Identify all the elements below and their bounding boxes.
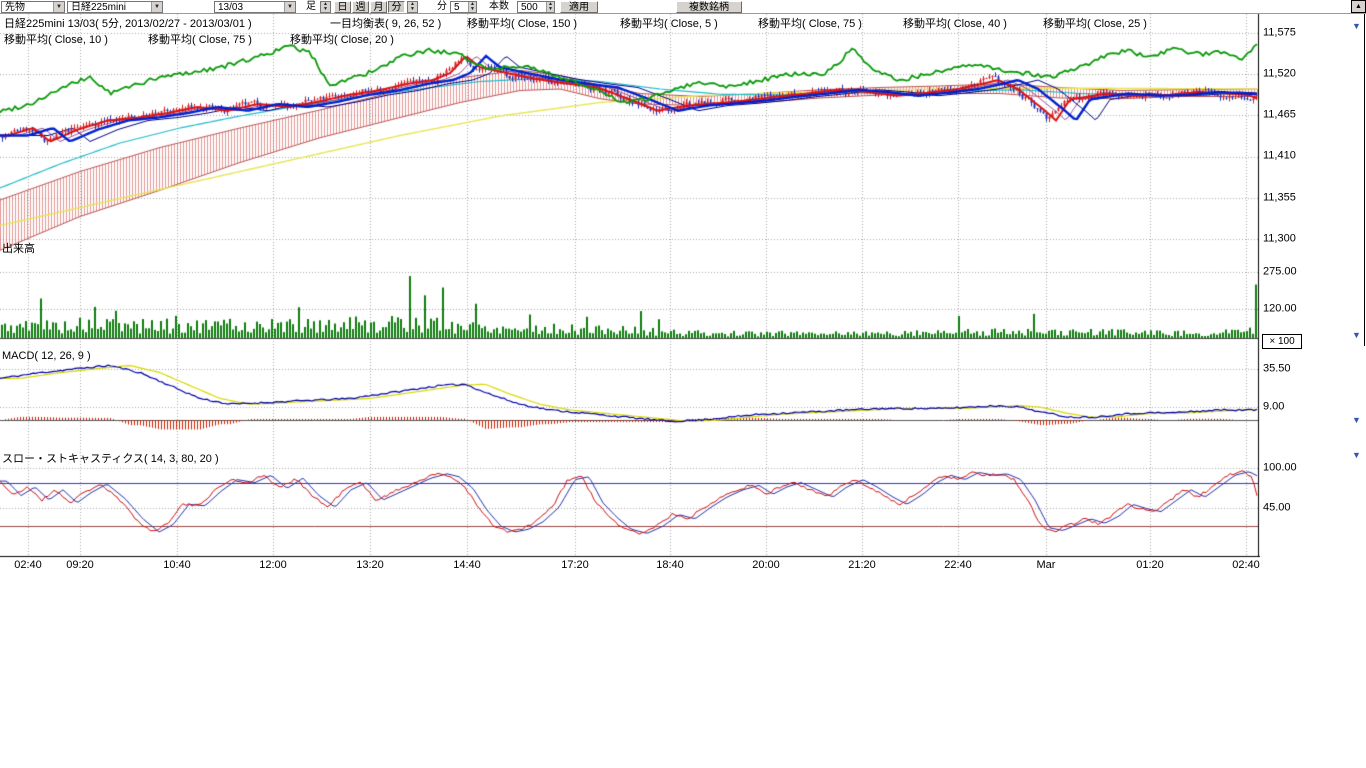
period-button-4[interactable]: 分 [388, 1, 405, 13]
time-axis-label: 09:20 [66, 559, 94, 571]
price-axis-label: 11,575 [1263, 27, 1296, 39]
contract-month-select[interactable]: 13/03 ▼ [214, 1, 296, 13]
legend-item[interactable]: 移動平均( Close, 75 ) [148, 31, 252, 47]
price-axis-label: 11,355 [1263, 192, 1296, 204]
time-axis-label: 12:00 [259, 559, 287, 571]
symbol-value: 日経225mini [71, 2, 126, 13]
multi-symbol-button[interactable]: 複数銘柄 [676, 1, 742, 13]
pane-resize-handle[interactable]: ▼ [1352, 22, 1361, 31]
macd-section-label: MACD( 12, 26, 9 ) [2, 350, 91, 362]
legend-item[interactable]: 移動平均( Close, 10 ) [4, 31, 108, 47]
legend-item[interactable]: 移動平均( Close, 40 ) [903, 15, 1007, 31]
chevron-down-icon[interactable]: ▼ [151, 2, 162, 12]
toolbar: 先物 ▼ 日経225mini ▼ 13/03 ▼ 足 ▲ ▼ ▲ ▼ 分 5 ▲… [0, 0, 1366, 14]
spinner-down-icon: ▼ [548, 7, 553, 12]
time-axis-label: 21:20 [848, 559, 876, 571]
volume-multiplier-badge: × 100 [1262, 334, 1302, 349]
minute-input[interactable]: 5 ▲▼ [450, 1, 477, 13]
period-button-1[interactable]: 日 [334, 1, 351, 13]
volume-section-label: 出来高 [2, 240, 35, 256]
minute-label: 分 [437, 1, 447, 12]
price-axis-label: 11,520 [1263, 68, 1296, 80]
pane-resize-handle[interactable]: ▼ [1352, 451, 1361, 460]
minute-value: 5 [454, 2, 460, 13]
legend-item[interactable]: 一目均衡表( 9, 26, 52 ) [330, 15, 441, 31]
bar-count-input[interactable]: 500 ▲▼ [517, 1, 555, 13]
spinner-down-icon: ▼ [470, 7, 475, 12]
volume-axis-label: 275.00 [1263, 266, 1297, 278]
period-button-2[interactable]: 週 [352, 1, 369, 13]
stochastics-section-label: スロー・ストキャスティクス( 14, 3, 80, 20 ) [2, 450, 219, 466]
volume-axis-label: 120.00 [1263, 303, 1297, 315]
macd-axis-label: 9.00 [1263, 401, 1284, 413]
time-axis-label: Mar [1037, 559, 1056, 571]
bar-multiplier-spinner[interactable]: ▲ ▼ [320, 1, 331, 13]
chart-canvas[interactable] [0, 0, 1260, 558]
period-spinner[interactable]: ▲ ▼ [407, 1, 418, 13]
bar-count-label: 本数 [489, 1, 509, 12]
time-axis-label: 10:40 [163, 559, 191, 571]
pane-resize-handle[interactable]: ▼ [1352, 331, 1361, 340]
spinner-down-icon[interactable]: ▼ [323, 7, 328, 12]
instrument-type-value: 先物 [5, 2, 25, 13]
time-axis-label: 02:40 [1232, 559, 1260, 571]
chevron-down-icon[interactable]: ▼ [53, 2, 64, 12]
time-axis-label: 01:20 [1136, 559, 1164, 571]
symbol-select[interactable]: 日経225mini ▼ [67, 1, 163, 13]
apply-button[interactable]: 適用 [560, 1, 598, 13]
pane-resize-handle[interactable]: ▼ [1352, 416, 1361, 425]
price-axis-label: 11,465 [1263, 109, 1296, 121]
window-edge [1364, 0, 1365, 346]
bar-type-label: 足 [306, 1, 316, 12]
legend-item[interactable]: 移動平均( Close, 20 ) [290, 31, 394, 47]
app-window: 先物 ▼ 日経225mini ▼ 13/03 ▼ 足 ▲ ▼ ▲ ▼ 分 5 ▲… [0, 0, 1366, 768]
legend-item[interactable]: 移動平均( Close, 25 ) [1043, 15, 1147, 31]
time-axis-label: 22:40 [944, 559, 972, 571]
macd-axis-label: 35.50 [1263, 363, 1291, 375]
period-button-3[interactable]: 月 [370, 1, 387, 13]
price-axis-label: 11,300 [1263, 233, 1296, 245]
stoch-axis-label: 45.00 [1263, 502, 1291, 514]
legend-item[interactable]: 移動平均( Close, 150 ) [467, 15, 577, 31]
spinner-icons[interactable]: ▲▼ [546, 2, 554, 12]
instrument-type-select[interactable]: 先物 ▼ [1, 1, 65, 13]
legend-item[interactable]: 日経225mini 13/03( 5分, 2013/02/27 - 2013/0… [4, 15, 252, 31]
scroll-up-button[interactable]: ▲ [1351, 0, 1366, 13]
scroll-up-icon: ▲ [1355, 3, 1362, 10]
contract-month-value: 13/03 [218, 2, 243, 13]
legend-item[interactable]: 移動平均( Close, 5 ) [620, 15, 718, 31]
time-axis-label: 13:20 [356, 559, 384, 571]
legend-item[interactable]: 移動平均( Close, 75 ) [758, 15, 862, 31]
time-axis-label: 02:40 [14, 559, 42, 571]
spinner-down-icon[interactable]: ▼ [410, 7, 415, 12]
chevron-down-icon[interactable]: ▼ [284, 2, 295, 12]
time-axis-label: 20:00 [752, 559, 780, 571]
spinner-icons[interactable]: ▲▼ [468, 2, 476, 12]
price-axis-label: 11,410 [1263, 150, 1296, 162]
time-axis-label: 14:40 [453, 559, 481, 571]
bar-count-value: 500 [521, 2, 538, 13]
stoch-axis-label: 100.00 [1263, 462, 1297, 474]
time-axis-label: 17:20 [561, 559, 589, 571]
time-axis-label: 18:40 [656, 559, 684, 571]
